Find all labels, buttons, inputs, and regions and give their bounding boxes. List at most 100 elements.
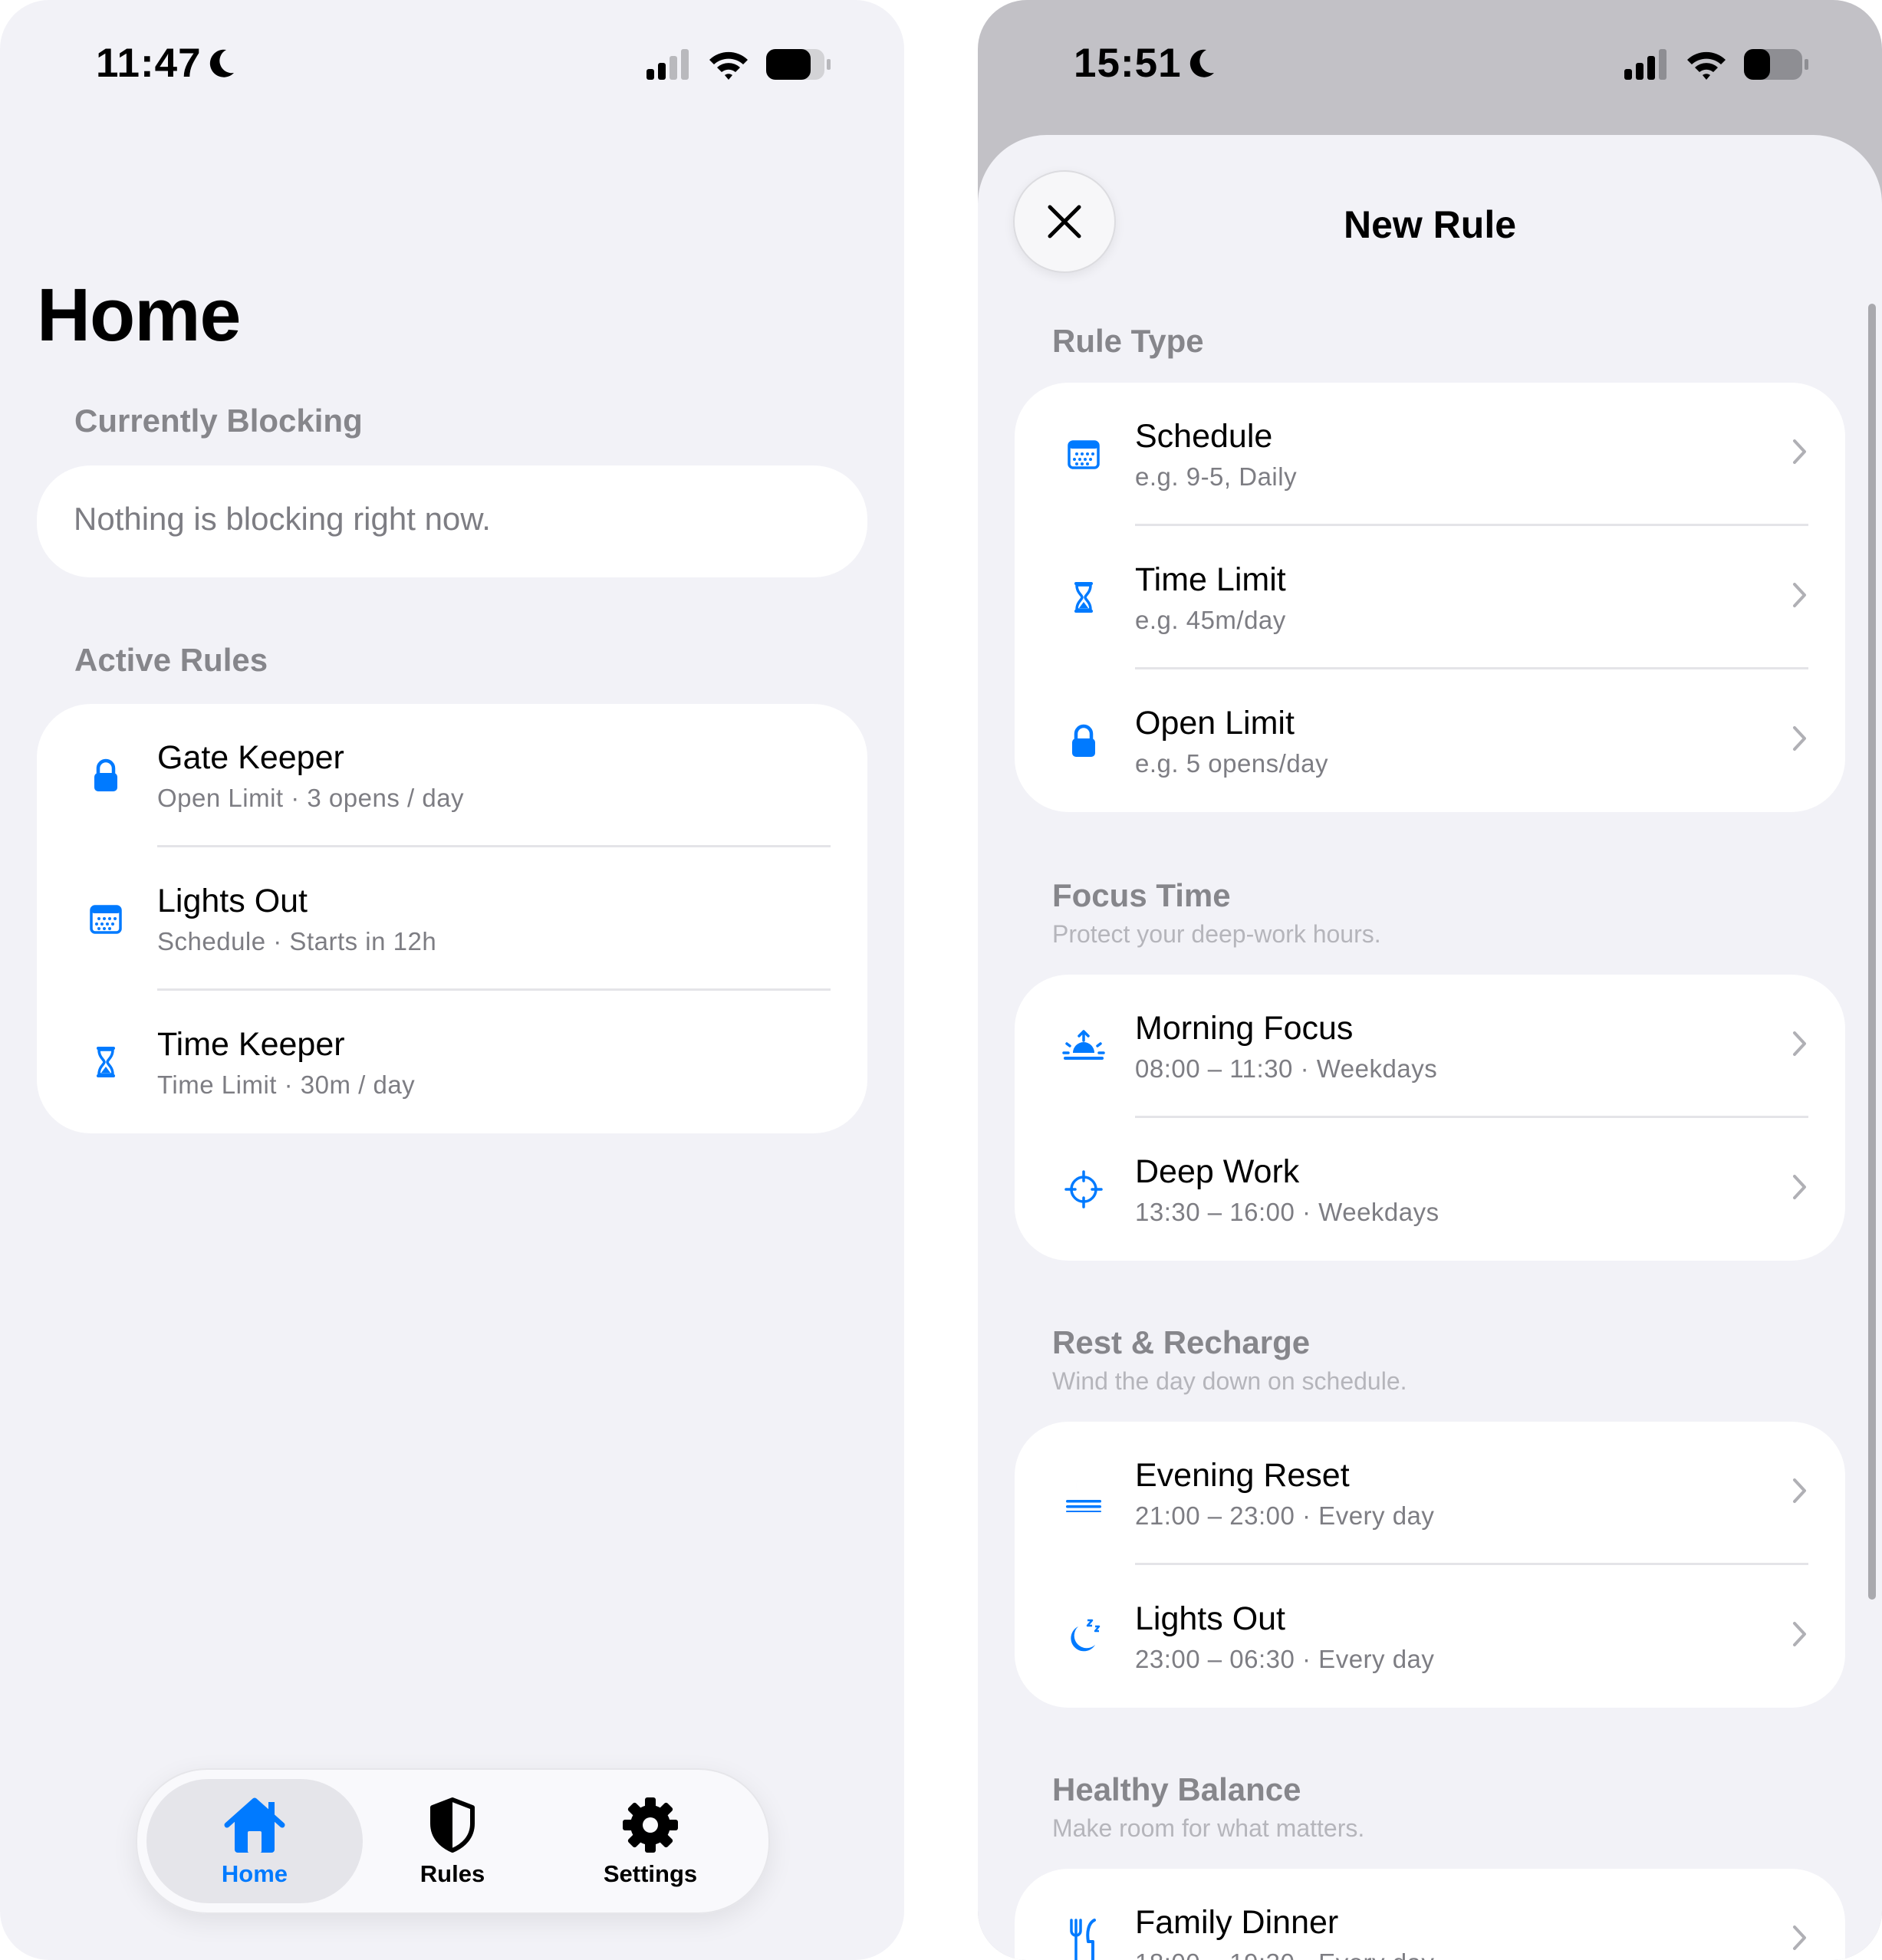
chevron-right-icon (1793, 1622, 1806, 1646)
active-rules-header: Active Rules (74, 642, 268, 678)
currently-blocking-card: Nothing is blocking right now. (37, 465, 867, 577)
rule-subtitle: Time Limit · 30m / day (157, 1070, 416, 1099)
template-lights-out[interactable]: Lights Out 23:00 – 06:30 · Every day (1015, 1565, 1845, 1708)
new-rule-screen: 15:51 New Rule Rule Type Schedule e.g. 9… (978, 0, 1882, 1960)
rule-type-title: Time Limit (1135, 561, 1286, 598)
fork-knife-icon (1061, 1917, 1107, 1960)
tab-bar: Home Rules Settings (136, 1768, 770, 1914)
page-title: Home (37, 273, 241, 357)
currently-blocking-header: Currently Blocking (74, 403, 363, 439)
empty-state-text: Nothing is blocking right now. (74, 501, 491, 537)
shield-icon (429, 1794, 476, 1856)
wifi-icon (1687, 51, 1726, 80)
tab-label: Rules (420, 1860, 485, 1887)
tab-rules[interactable]: Rules (360, 1770, 545, 1912)
template-subtitle: 08:00 – 11:30 · Weekdays (1135, 1054, 1438, 1083)
template-evening-reset[interactable]: Evening Reset 21:00 – 23:00 · Every day (1015, 1422, 1845, 1564)
template-family-dinner[interactable]: Family Dinner 18:00 – 19:30 · Every day (1015, 1869, 1845, 1960)
rule-row-gate-keeper[interactable]: Gate Keeper Open Limit · 3 opens / day (37, 704, 867, 847)
sheet-title: New Rule (1343, 203, 1517, 246)
rule-row-time-keeper[interactable]: Time Keeper Time Limit · 30m / day (37, 991, 867, 1133)
house-icon (222, 1794, 287, 1856)
template-subtitle: 13:30 – 16:00 · Weekdays (1135, 1198, 1439, 1226)
tab-home[interactable]: Home (163, 1770, 347, 1912)
hourglass-icon (83, 1039, 129, 1085)
calendar-icon (1061, 431, 1107, 477)
section-subheader: Wind the day down on schedule. (1052, 1367, 1407, 1395)
template-title: Deep Work (1135, 1153, 1300, 1190)
focus-time-card: Morning Focus 08:00 – 11:30 · Weekdays D… (1015, 975, 1845, 1261)
active-rules-card: Gate Keeper Open Limit · 3 opens / day L… (37, 704, 867, 1133)
status-bar: 11:47 (0, 0, 904, 134)
hourglass-icon (1061, 574, 1107, 620)
template-title: Morning Focus (1135, 1010, 1354, 1047)
rule-subtitle: Schedule · Starts in 12h (157, 927, 437, 955)
rule-type-open-limit[interactable]: Open Limit e.g. 5 opens/day (1015, 669, 1845, 812)
status-time-group: 15:51 (1074, 40, 1217, 87)
rule-type-time-limit[interactable]: Time Limit e.g. 45m/day (1015, 526, 1845, 669)
template-title: Evening Reset (1135, 1457, 1350, 1494)
chevron-right-icon (1793, 1478, 1806, 1503)
status-bar: 15:51 (978, 0, 1882, 134)
chevron-right-icon (1793, 1175, 1806, 1199)
battery-icon (1744, 49, 1808, 80)
template-deep-work[interactable]: Deep Work 13:30 – 16:00 · Weekdays (1015, 1118, 1845, 1261)
rule-type-subtitle: e.g. 5 opens/day (1135, 749, 1329, 778)
chevron-right-icon (1793, 726, 1806, 751)
home-screen: 11:47 Home Currently Blocking Nothing is… (0, 0, 904, 1960)
sunrise-icon (1061, 1023, 1107, 1069)
healthy-balance-card: Family Dinner 18:00 – 19:30 · Every day (1015, 1869, 1845, 1960)
status-time: 11:47 (96, 41, 202, 86)
chevron-right-icon (1793, 439, 1806, 464)
section-header-healthy-balance: Healthy Balance (1052, 1771, 1301, 1807)
rule-title: Lights Out (157, 883, 308, 919)
status-time: 15:51 (1074, 41, 1182, 86)
moon-icon (209, 49, 234, 77)
chevron-right-icon (1793, 1925, 1806, 1950)
signal-icon (647, 49, 689, 80)
chevron-right-icon (1793, 1031, 1806, 1056)
lock-icon (1061, 718, 1107, 764)
rule-type-schedule[interactable]: Schedule e.g. 9-5, Daily (1015, 383, 1845, 525)
template-title: Family Dinner (1135, 1904, 1339, 1941)
section-header-rule-type: Rule Type (1052, 323, 1204, 359)
rule-type-title: Open Limit (1135, 705, 1295, 742)
scope-icon (1061, 1166, 1107, 1212)
calendar-icon (83, 896, 129, 942)
chevron-right-icon (1793, 583, 1806, 607)
moon-icon (1189, 49, 1214, 77)
tab-label: Settings (603, 1860, 698, 1887)
rule-type-subtitle: e.g. 9-5, Daily (1135, 462, 1298, 491)
scroll-indicator[interactable] (1868, 304, 1876, 1600)
section-header-focus-time: Focus Time (1052, 877, 1231, 913)
template-title: Lights Out (1135, 1600, 1285, 1637)
section-header-rest-recharge: Rest & Recharge (1052, 1324, 1311, 1360)
lock-icon (83, 752, 129, 798)
tab-label: Home (221, 1860, 288, 1887)
status-icons (1624, 49, 1808, 80)
rule-type-title: Schedule (1135, 418, 1273, 455)
status-icons (647, 49, 831, 80)
gear-icon (622, 1794, 679, 1856)
rule-subtitle: Open Limit · 3 opens / day (157, 784, 465, 812)
template-subtitle: 18:00 – 19:30 · Every day (1135, 1948, 1434, 1960)
tab-settings[interactable]: Settings (558, 1770, 742, 1912)
template-subtitle: 21:00 – 23:00 · Every day (1135, 1501, 1435, 1530)
rule-type-card: Schedule e.g. 9-5, Daily Time Limit e.g.… (1015, 383, 1845, 812)
rule-row-lights-out[interactable]: Lights Out Schedule · Starts in 12h (37, 847, 867, 990)
rule-title: Time Keeper (157, 1026, 345, 1063)
rule-type-subtitle: e.g. 45m/day (1135, 606, 1286, 634)
rest-recharge-card: Evening Reset 21:00 – 23:00 · Every day … (1015, 1422, 1845, 1708)
moon-zzz-icon (1061, 1613, 1107, 1659)
template-morning-focus[interactable]: Morning Focus 08:00 – 11:30 · Weekdays (1015, 975, 1845, 1117)
rule-title: Gate Keeper (157, 739, 344, 776)
moon-haze-icon (1061, 1470, 1107, 1516)
signal-icon (1624, 49, 1666, 80)
section-subheader: Make room for what matters. (1052, 1814, 1365, 1842)
new-rule-sheet: New Rule Rule Type Schedule e.g. 9-5, Da… (978, 135, 1882, 1960)
section-subheader: Protect your deep-work hours. (1052, 920, 1381, 948)
wifi-icon (709, 51, 748, 80)
battery-icon (766, 49, 831, 80)
status-time-group: 11:47 (96, 40, 237, 87)
template-subtitle: 23:00 – 06:30 · Every day (1135, 1645, 1435, 1673)
